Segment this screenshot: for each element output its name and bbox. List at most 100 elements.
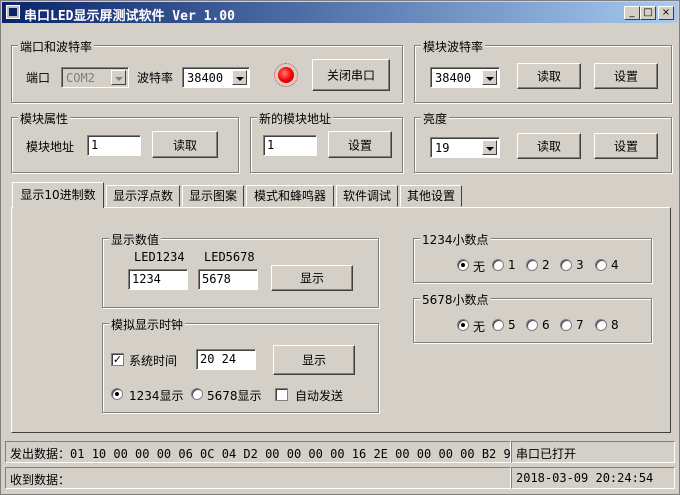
received-data-panel: 收到数据： (5, 467, 511, 489)
tab-debug[interactable]: 软件调试 (336, 185, 398, 207)
led5678-label: LED5678 (204, 250, 255, 264)
radio-5678-display[interactable] (191, 388, 203, 400)
serial-status-led-icon (274, 63, 298, 87)
sent-data-label: 发出数据： (10, 447, 71, 461)
baud-select[interactable]: 38400 (182, 67, 250, 88)
datetime-panel: 2018-03-09 20:24:54 (511, 467, 675, 489)
clock-group: 模拟显示时钟 ✓ 系统时间 20 24 显示 1234显示 5678显示 自动发… (102, 316, 379, 413)
baud-label: 波特率 (137, 71, 174, 85)
dp1234-radio-2[interactable] (526, 259, 538, 271)
window-title: 串口LED显示屏测试软件 Ver 1.00 (24, 9, 235, 24)
main-window: 串口LED显示屏测试软件 Ver 1.00 _ □ × 端口和波特率 端口 CO… (0, 0, 680, 495)
read-button-label: 读取 (172, 138, 197, 152)
dp5678-radio-7[interactable] (560, 319, 572, 331)
led1234-input[interactable]: 1234 (128, 269, 188, 290)
close-button[interactable]: × (658, 6, 674, 20)
dp1234-radio-3-label: 3 (576, 258, 584, 272)
brightness-group-title: 亮度 (421, 110, 450, 127)
brightness-read-button[interactable]: 读取 (517, 133, 581, 159)
new-address-group: 新的模块地址 1 设置 (250, 110, 403, 173)
brightness-set-button[interactable]: 设置 (594, 133, 658, 159)
dp1234-radio-none[interactable] (457, 259, 469, 271)
dp1234-radio-1[interactable] (492, 259, 504, 271)
radio-1234-display[interactable] (111, 388, 123, 400)
dp5678-radio-8-label: 8 (611, 318, 619, 332)
port-select-value: COM2 (66, 71, 95, 85)
dp5678-radio-none-label: 无 (473, 320, 486, 334)
show-button-label: 显示 (299, 271, 324, 286)
read-button-label: 读取 (536, 69, 561, 84)
module-address-read-button[interactable]: 读取 (152, 131, 218, 158)
dp1234-radio-4[interactable] (595, 259, 607, 271)
maximize-button[interactable]: □ (640, 6, 656, 20)
led5678-input[interactable]: 5678 (198, 269, 258, 290)
dp1234-group-title: 1234小数点 (420, 231, 491, 248)
radio-5678-display-label: 5678显示 (207, 389, 262, 403)
module-props-group-title: 模块属性 (18, 110, 71, 127)
close-port-button-label: 关闭串口 (326, 68, 375, 83)
clock-show-button[interactable]: 显示 (273, 345, 355, 375)
new-address-set-button[interactable]: 设置 (328, 131, 392, 158)
module-props-group: 模块属性 模块地址 1 读取 (11, 110, 239, 173)
dp5678-radio-none[interactable] (457, 319, 469, 331)
close-port-button[interactable]: 关闭串口 (312, 59, 390, 91)
sent-data-value: 01 10 00 00 00 06 0C 04 D2 00 00 00 00 1… (70, 447, 511, 461)
module-baud-group: 模块波特率 38400 读取 设置 (414, 38, 672, 103)
dp1234-radio-4-label: 4 (611, 258, 619, 272)
tab-mode-buzzer[interactable]: 模式和蜂鸣器 (246, 185, 334, 207)
tab-panel-decimal: 显示数值 LED1234 LED5678 1234 5678 显示 模拟显示时钟… (11, 207, 671, 433)
system-time-checkbox[interactable]: ✓ (111, 353, 124, 366)
tab-pattern[interactable]: 显示图案 (182, 185, 244, 207)
chevron-down-icon[interactable] (232, 70, 247, 85)
system-time-label: 系统时间 (129, 354, 178, 368)
led1234-label: LED1234 (134, 250, 185, 264)
dp5678-radio-8[interactable] (595, 319, 607, 331)
chevron-down-icon[interactable] (482, 140, 497, 155)
time-input[interactable]: 20 24 (196, 349, 256, 370)
dp5678-radio-5-label: 5 (508, 318, 516, 332)
dp5678-radio-6-label: 6 (542, 318, 550, 332)
display-value-show-button[interactable]: 显示 (271, 265, 353, 291)
set-button-label: 设置 (613, 139, 638, 154)
brightness-select[interactable]: 19 (430, 137, 500, 158)
auto-send-label: 自动发送 (295, 389, 344, 403)
module-baud-read-button[interactable]: 读取 (517, 63, 581, 89)
module-address-label: 模块地址 (26, 140, 75, 154)
read-button-label: 读取 (536, 139, 561, 154)
tab-other-settings[interactable]: 其他设置 (400, 185, 462, 207)
serial-port-group: 端口和波特率 端口 COM2 波特率 38400 关闭串口 (11, 38, 403, 103)
app-icon (6, 5, 20, 19)
module-address-input[interactable]: 1 (87, 135, 141, 156)
baud-select-value: 38400 (187, 71, 224, 85)
port-select[interactable]: COM2 (61, 67, 129, 88)
auto-send-checkbox[interactable] (275, 388, 288, 401)
dp5678-radio-5[interactable] (492, 319, 504, 331)
dp5678-group-title: 5678小数点 (420, 291, 491, 308)
new-address-group-title: 新的模块地址 (257, 110, 334, 127)
module-baud-group-title: 模块波特率 (421, 38, 486, 55)
received-data-label: 收到数据： (10, 473, 71, 487)
title-bar[interactable]: 串口LED显示屏测试软件 Ver 1.00 _ □ × (2, 2, 678, 24)
brightness-group: 亮度 19 读取 设置 (414, 110, 672, 173)
display-value-group-title: 显示数值 (109, 231, 162, 248)
dp5678-radio-6[interactable] (526, 319, 538, 331)
dp5678-radio-7-label: 7 (576, 318, 584, 332)
new-address-input[interactable]: 1 (263, 135, 317, 156)
module-baud-select[interactable]: 38400 (430, 67, 500, 88)
port-state-panel: 串口已打开 (511, 441, 675, 463)
port-state-text: 串口已打开 (516, 447, 577, 461)
tab-decimal[interactable]: 显示10进制数 (12, 182, 104, 208)
clock-group-title: 模拟显示时钟 (109, 316, 186, 333)
dp1234-radio-2-label: 2 (542, 258, 550, 272)
brightness-select-value: 19 (435, 141, 450, 155)
set-button-label: 设置 (613, 69, 638, 84)
module-baud-set-button[interactable]: 设置 (594, 63, 658, 89)
dp1234-group: 1234小数点 无 1 2 3 4 (413, 231, 652, 283)
chevron-down-icon[interactable] (111, 70, 126, 85)
dp1234-radio-3[interactable] (560, 259, 572, 271)
minimize-button[interactable]: _ (624, 6, 640, 20)
dp1234-radio-1-label: 1 (508, 258, 516, 272)
tab-float[interactable]: 显示浮点数 (106, 185, 180, 207)
chevron-down-icon[interactable] (482, 70, 497, 85)
radio-1234-display-label: 1234显示 (129, 389, 184, 403)
